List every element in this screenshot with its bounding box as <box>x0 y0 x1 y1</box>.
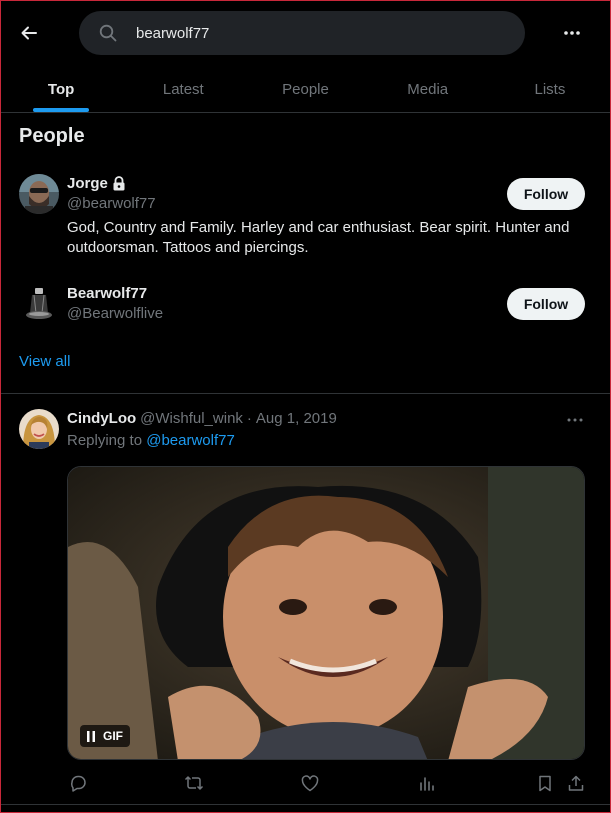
more-icon <box>567 418 583 422</box>
tab-label: Media <box>407 80 449 98</box>
retweet-icon <box>184 776 204 790</box>
search-query: bearwolf77 <box>136 24 210 42</box>
tab-label: Latest <box>162 80 204 98</box>
avatar[interactable] <box>19 409 59 449</box>
retweet-button[interactable] <box>183 772 205 794</box>
user-handle: @Bearwolflive <box>67 305 164 322</box>
tweet-author-name[interactable]: CindyLoo <box>67 410 136 427</box>
tab-lists[interactable]: Lists <box>489 66 611 112</box>
tweet-divider <box>0 804 611 805</box>
bookmark-icon <box>539 775 551 791</box>
gif-label: GIF <box>103 729 123 743</box>
user-cell[interactable]: Bearwolf77 @Bearwolflive Follow <box>0 280 611 330</box>
tab-media[interactable]: Media <box>367 66 489 112</box>
people-heading: People <box>19 125 85 147</box>
replying-to: Replying to @bearwolf77 <box>67 432 235 449</box>
tweet-header: CindyLoo @Wishful_wink · Aug 1, 2019 <box>67 410 337 427</box>
avatar[interactable] <box>19 283 59 323</box>
user-name: Bearwolf77 <box>67 285 148 302</box>
like-icon <box>301 774 319 791</box>
bookmark-button[interactable] <box>534 772 556 794</box>
user-name: Jorge <box>67 175 108 192</box>
back-arrow-icon <box>21 26 37 40</box>
more-icon <box>564 31 580 35</box>
user-bio: God, Country and Family. Harley and car … <box>67 219 570 256</box>
back-button[interactable] <box>16 20 42 46</box>
tab-top[interactable]: Top <box>0 66 122 112</box>
tweet-date[interactable]: Aug 1, 2019 <box>256 410 337 427</box>
reply-icon <box>71 775 86 792</box>
gif-badge[interactable]: GIF <box>80 725 130 747</box>
tweet-more-button[interactable] <box>562 410 588 430</box>
tab-latest[interactable]: Latest <box>122 66 244 112</box>
section-divider <box>0 393 611 394</box>
gif-image <box>68 467 584 759</box>
view-all-link[interactable]: View all <box>19 353 70 370</box>
tweet-gif[interactable]: GIF <box>67 466 585 760</box>
tweet-author-handle[interactable]: @Wishful_wink <box>140 410 243 427</box>
tab-label: Lists <box>534 80 566 98</box>
pause-icon <box>87 730 95 742</box>
avatar[interactable] <box>19 174 59 214</box>
like-button[interactable] <box>299 772 321 794</box>
follow-button[interactable]: Follow <box>507 288 585 320</box>
user-handle: @bearwolf77 <box>67 195 156 212</box>
lock-icon <box>113 176 125 191</box>
search-icon <box>98 23 118 43</box>
tab-label: People <box>282 80 329 98</box>
share-icon <box>568 775 584 791</box>
search-input[interactable]: bearwolf77 <box>79 11 525 55</box>
separator-dot: · <box>246 410 252 427</box>
views-button[interactable] <box>416 772 438 794</box>
follow-button[interactable]: Follow <box>507 178 585 210</box>
replying-prefix: Replying to <box>67 432 143 449</box>
user-name-row: Jorge <box>67 175 126 192</box>
reply-button[interactable] <box>67 772 89 794</box>
views-icon <box>420 777 434 791</box>
top-bar: bearwolf77 <box>0 0 611 66</box>
user-cell[interactable]: Jorge @bearwolf77 God, Country and Famil… <box>0 170 611 260</box>
replying-to-link[interactable]: @bearwolf77 <box>146 432 235 449</box>
tab-label: Top <box>47 80 75 98</box>
active-tab-indicator <box>33 108 90 112</box>
tab-people[interactable]: People <box>244 66 366 112</box>
search-tabs: Top Latest People Media Lists <box>0 66 611 113</box>
more-options-button[interactable] <box>558 20 586 46</box>
tweet-actions <box>67 772 587 794</box>
share-button[interactable] <box>565 772 587 794</box>
